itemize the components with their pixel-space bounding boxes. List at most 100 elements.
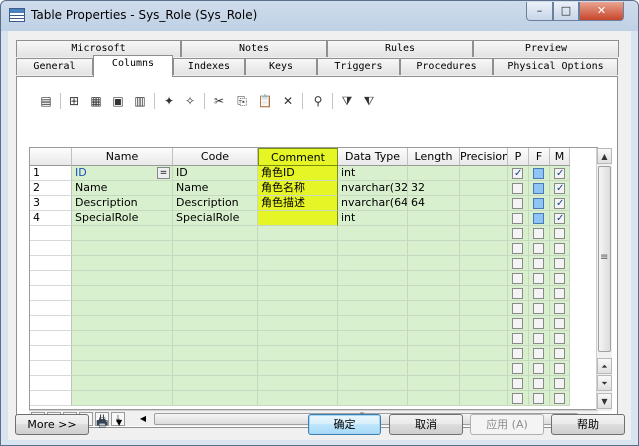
cell-data-type[interactable]: int bbox=[338, 211, 408, 226]
p-checkbox[interactable] bbox=[512, 243, 523, 254]
cell-m[interactable] bbox=[550, 166, 570, 181]
cell-p[interactable] bbox=[508, 271, 529, 286]
cell-comment[interactable] bbox=[258, 211, 338, 226]
tab-columns[interactable]: Columns bbox=[93, 55, 173, 77]
cell-comment[interactable] bbox=[258, 331, 338, 346]
cell-f[interactable] bbox=[529, 331, 550, 346]
tab-physical-options[interactable]: Physical Options bbox=[493, 58, 618, 75]
cell-m[interactable] bbox=[550, 226, 570, 241]
header-comment[interactable]: Comment bbox=[258, 148, 338, 166]
cell-p[interactable] bbox=[508, 301, 529, 316]
cell-precision[interactable] bbox=[460, 271, 508, 286]
tab-rules[interactable]: Rules bbox=[327, 40, 473, 57]
cell-comment[interactable] bbox=[258, 316, 338, 331]
table-row[interactable] bbox=[30, 391, 570, 406]
cell-f[interactable] bbox=[529, 166, 550, 181]
p-checkbox[interactable] bbox=[512, 348, 523, 359]
table-row[interactable] bbox=[30, 241, 570, 256]
cell-code[interactable] bbox=[173, 271, 258, 286]
cell-p[interactable] bbox=[508, 241, 529, 256]
m-checkbox[interactable] bbox=[554, 212, 565, 225]
cell-comment[interactable]: 角色ID bbox=[258, 166, 338, 181]
table-row[interactable] bbox=[30, 331, 570, 346]
m-checkbox[interactable] bbox=[554, 318, 565, 329]
cell-data-type[interactable] bbox=[338, 256, 408, 271]
tab-preview[interactable]: Preview bbox=[473, 40, 619, 57]
p-checkbox[interactable] bbox=[512, 393, 523, 404]
cell-m[interactable] bbox=[550, 286, 570, 301]
table-row[interactable]: 3 Description Description 角色描述 nvarchar(64) 6… bbox=[30, 196, 570, 211]
cell-data-type[interactable] bbox=[338, 286, 408, 301]
cell-length[interactable] bbox=[408, 226, 460, 241]
cell-precision[interactable] bbox=[460, 196, 508, 211]
cell-code[interactable] bbox=[173, 301, 258, 316]
f-checkbox[interactable] bbox=[533, 213, 544, 224]
tab-general[interactable]: General bbox=[16, 58, 93, 75]
cell-precision[interactable] bbox=[460, 166, 508, 181]
header-code[interactable]: Code bbox=[173, 148, 258, 166]
cell-p[interactable] bbox=[508, 256, 529, 271]
cell-p[interactable] bbox=[508, 361, 529, 376]
cell-code[interactable] bbox=[173, 331, 258, 346]
header-primary[interactable]: P bbox=[508, 148, 529, 166]
cell-name[interactable] bbox=[72, 361, 173, 376]
cell-f[interactable] bbox=[529, 226, 550, 241]
properties-icon[interactable]: ▤ bbox=[37, 92, 55, 110]
cell-data-type[interactable]: int bbox=[338, 166, 408, 181]
cell-f[interactable] bbox=[529, 211, 550, 226]
cell-name[interactable] bbox=[72, 301, 173, 316]
cell-name[interactable] bbox=[72, 331, 173, 346]
header-name[interactable]: Name bbox=[72, 148, 173, 166]
cell-comment[interactable] bbox=[258, 226, 338, 241]
cell-f[interactable] bbox=[529, 271, 550, 286]
f-checkbox[interactable] bbox=[533, 348, 544, 359]
cell-p[interactable] bbox=[508, 196, 529, 211]
copy-icon[interactable]: ⎘ bbox=[233, 92, 251, 110]
cell-precision[interactable] bbox=[460, 181, 508, 196]
maximize-button[interactable]: □ bbox=[553, 2, 579, 21]
p-checkbox[interactable] bbox=[512, 378, 523, 389]
m-checkbox[interactable] bbox=[554, 378, 565, 389]
f-checkbox[interactable] bbox=[533, 243, 544, 254]
cell-code[interactable]: Name bbox=[173, 181, 258, 196]
cell-precision[interactable] bbox=[460, 316, 508, 331]
minimize-button[interactable]: – bbox=[526, 2, 553, 21]
add-rows-icon[interactable]: ▣ bbox=[109, 92, 127, 110]
cell-precision[interactable] bbox=[460, 256, 508, 271]
cell-precision[interactable] bbox=[460, 391, 508, 406]
f-checkbox[interactable] bbox=[533, 333, 544, 344]
p-checkbox[interactable] bbox=[512, 258, 523, 269]
cell-length[interactable] bbox=[408, 256, 460, 271]
cell-f[interactable] bbox=[529, 361, 550, 376]
cell-comment[interactable] bbox=[258, 391, 338, 406]
cell-name[interactable] bbox=[72, 316, 173, 331]
cell-m[interactable] bbox=[550, 271, 570, 286]
p-checkbox[interactable] bbox=[512, 273, 523, 284]
f-checkbox[interactable] bbox=[533, 318, 544, 329]
chevron-down-icon[interactable]: ▼ bbox=[116, 418, 122, 427]
cell-length[interactable] bbox=[408, 166, 460, 181]
table-row[interactable]: 1IDID角色IDint= bbox=[30, 166, 570, 181]
cell-f[interactable] bbox=[529, 301, 550, 316]
cell-code[interactable]: Description bbox=[173, 196, 258, 211]
cell-f[interactable] bbox=[529, 376, 550, 391]
cell-m[interactable] bbox=[550, 301, 570, 316]
cell-comment[interactable] bbox=[258, 346, 338, 361]
cell-comment[interactable] bbox=[258, 376, 338, 391]
m-checkbox[interactable] bbox=[554, 288, 565, 299]
cell-code[interactable] bbox=[173, 316, 258, 331]
m-checkbox[interactable] bbox=[554, 258, 565, 269]
cell-m[interactable] bbox=[550, 181, 570, 196]
p-checkbox[interactable] bbox=[512, 303, 523, 314]
m-checkbox[interactable] bbox=[554, 303, 565, 314]
cell-length[interactable] bbox=[408, 391, 460, 406]
p-checkbox[interactable] bbox=[512, 183, 523, 194]
f-checkbox[interactable] bbox=[533, 273, 544, 284]
tab-indexes[interactable]: Indexes bbox=[173, 58, 245, 75]
cell-length[interactable]: 32 bbox=[408, 181, 460, 196]
table-row[interactable] bbox=[30, 301, 570, 316]
ok-button[interactable]: 确定 bbox=[308, 414, 381, 435]
cell-name[interactable] bbox=[72, 241, 173, 256]
cell-code[interactable] bbox=[173, 226, 258, 241]
table-row[interactable] bbox=[30, 271, 570, 286]
